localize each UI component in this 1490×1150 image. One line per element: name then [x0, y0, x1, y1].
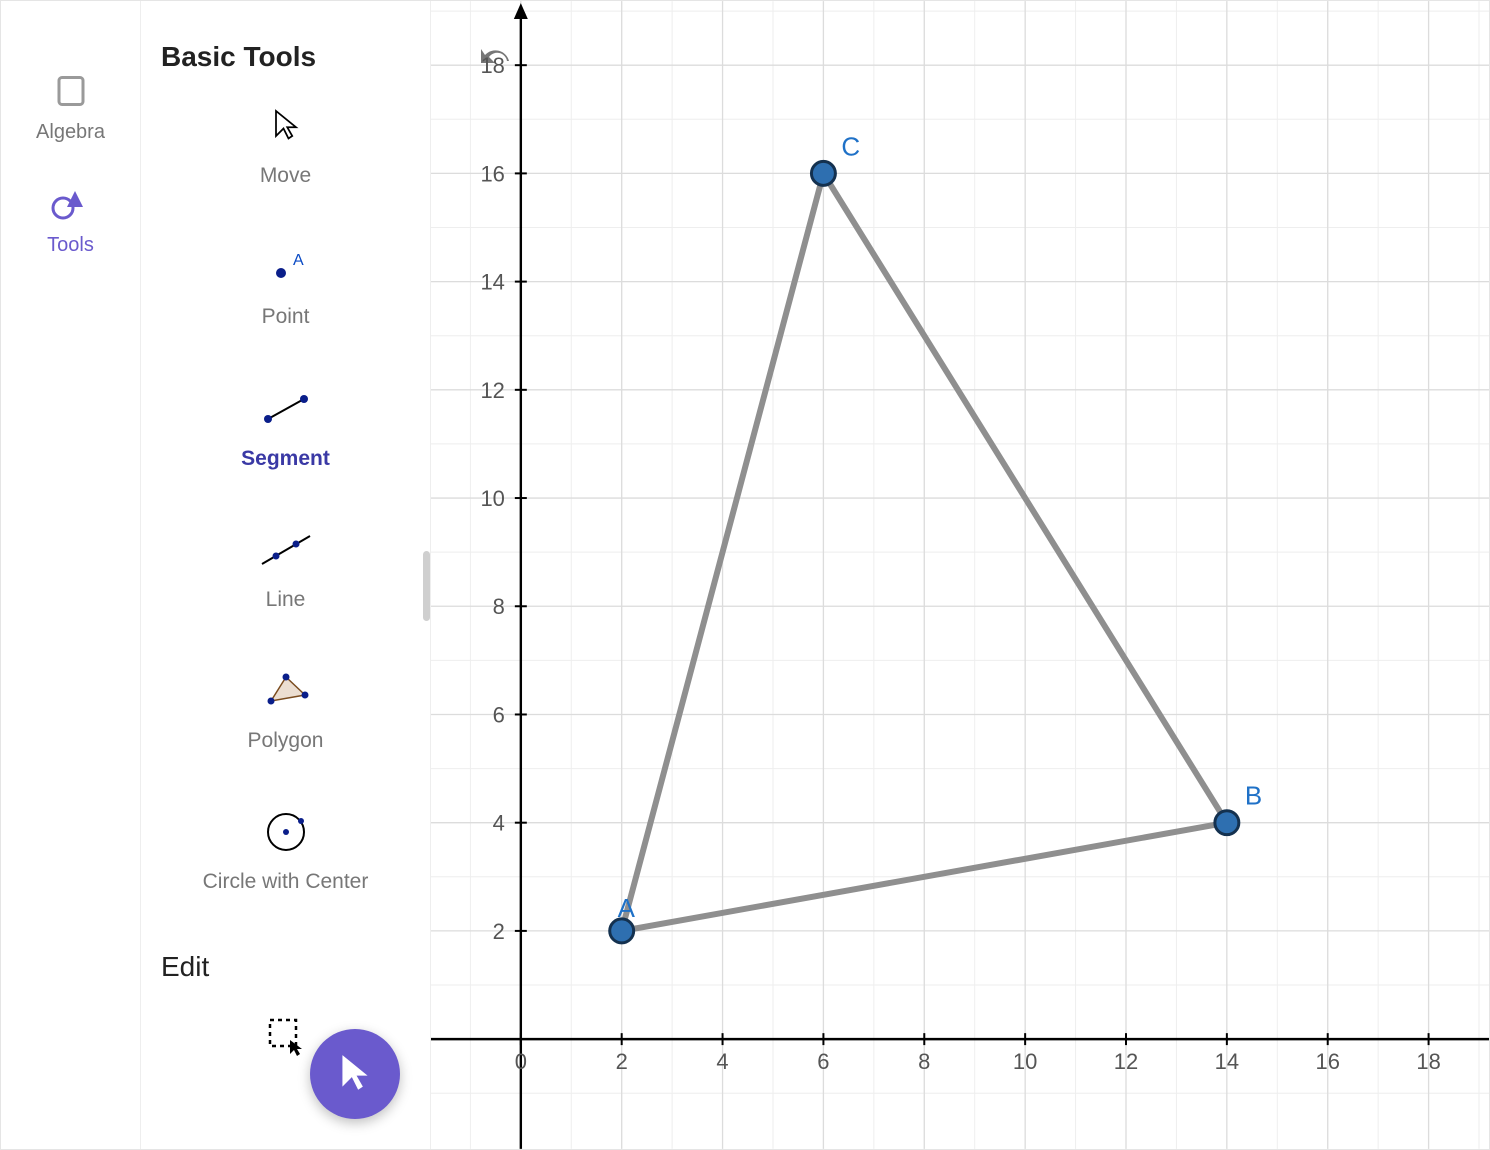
select-icon: [264, 1013, 308, 1059]
cursor-filled-icon: [335, 1052, 375, 1096]
segment-icon: [262, 386, 310, 432]
x-tick-label: 8: [918, 1049, 930, 1074]
tool-segment-label: Segment: [241, 446, 330, 472]
graph-canvas[interactable]: 0 2 4 6 8 10 12 14 16 18 2 4 6 8 10 12 14 16 18 A B C: [431, 1, 1489, 1149]
point-label-C: C: [841, 133, 860, 161]
tool-move-label: Move: [260, 163, 311, 189]
x-tick-label: 4: [716, 1049, 728, 1074]
tool-point-label: Point: [262, 304, 310, 330]
tool-polygon[interactable]: Polygon: [161, 668, 410, 754]
y-tick-label: 4: [493, 811, 505, 836]
svg-text:A: A: [293, 252, 304, 269]
y-tick-label: 18: [480, 53, 504, 78]
view-rail: Algebra Tools: [1, 1, 141, 1149]
point-C[interactable]: [811, 161, 835, 185]
rail-algebra-label: Algebra: [36, 121, 105, 144]
tool-segment[interactable]: Segment: [161, 386, 410, 472]
basic-tools-header: Basic Tools: [161, 41, 410, 73]
tool-move[interactable]: Move: [161, 103, 410, 189]
y-tick-label: 14: [480, 270, 504, 295]
x-tick-label: 6: [817, 1049, 829, 1074]
rail-tools[interactable]: Tools: [47, 184, 94, 257]
x-tick-label: 14: [1215, 1049, 1239, 1074]
tool-point[interactable]: A Point: [161, 244, 410, 330]
y-tick-label: 12: [480, 378, 504, 403]
tool-polygon-label: Polygon: [248, 728, 324, 754]
line-icon: [260, 527, 312, 573]
point-B[interactable]: [1215, 811, 1239, 835]
coordinate-plane[interactable]: 0 2 4 6 8 10 12 14 16 18 2 4 6 8 10 12 14 16 18 A B C: [431, 1, 1489, 1149]
point-label-A: A: [618, 895, 636, 923]
y-tick-label: 16: [480, 161, 504, 186]
x-tick-label: 0: [515, 1049, 527, 1074]
y-tick-label: 10: [480, 486, 504, 511]
cursor-icon: [271, 103, 301, 149]
tools-panel: Basic Tools Move A Point: [141, 1, 431, 1149]
x-tick-label: 10: [1013, 1049, 1037, 1074]
circle-icon: [263, 809, 309, 855]
point-label-B: B: [1245, 783, 1262, 811]
tool-circle-label: Circle with Center: [203, 869, 369, 895]
tool-line-label: Line: [266, 587, 306, 613]
rail-tools-label: Tools: [47, 234, 94, 257]
y-tick-label: 6: [493, 702, 505, 727]
move-tool-fab[interactable]: [310, 1029, 400, 1119]
x-tick-label: 2: [616, 1049, 628, 1074]
scrollbar-thumb[interactable]: [423, 551, 430, 621]
point-icon: A: [265, 244, 307, 290]
rail-algebra[interactable]: Algebra: [36, 71, 105, 144]
polygon-icon: [261, 668, 311, 714]
calculator-icon: [51, 71, 91, 111]
y-tick-label: 8: [493, 594, 505, 619]
x-tick-label: 16: [1316, 1049, 1340, 1074]
shapes-icon: [50, 184, 90, 224]
y-tick-label: 2: [493, 919, 505, 944]
x-tick-label: 18: [1416, 1049, 1440, 1074]
edit-section-header: Edit: [161, 951, 410, 983]
tool-circle[interactable]: Circle with Center: [161, 809, 410, 895]
tool-line[interactable]: Line: [161, 527, 410, 613]
x-tick-label: 12: [1114, 1049, 1138, 1074]
